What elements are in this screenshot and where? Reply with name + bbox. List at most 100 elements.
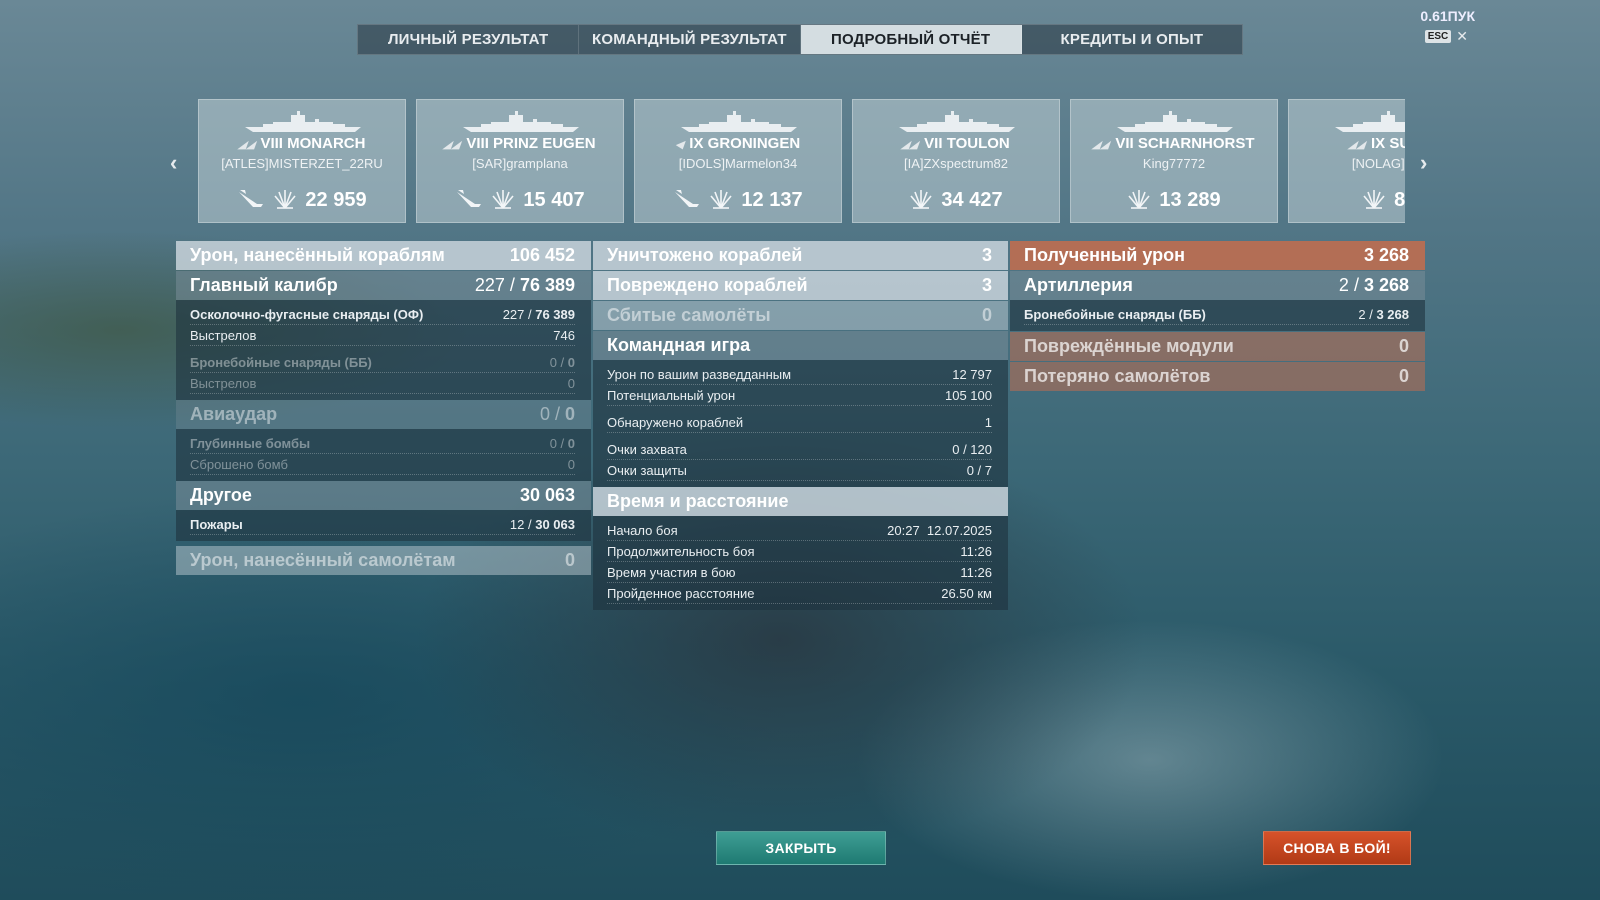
ship-tier: VII xyxy=(1115,135,1134,152)
he-shots-row: Выстрелов 746 xyxy=(190,325,575,346)
damage-ships-value: 106 452 xyxy=(509,245,575,265)
torpedo-icon xyxy=(455,186,483,215)
ship-name: ◢◢ VIII MONARCH xyxy=(199,135,405,152)
card-stats: 22 959 xyxy=(199,186,405,215)
nation-flag-icon: ◢◢ xyxy=(1091,139,1113,151)
ship-tier: VIII xyxy=(466,135,489,152)
tab-credits-xp[interactable]: КРЕДИТЫ И ОПЫТ xyxy=(1022,25,1242,54)
main-battery-header: Главный калибр 227 / 76 389 xyxy=(176,271,591,300)
card-damage-value: 8 2 xyxy=(1394,189,1405,211)
ship-silhouette-icon xyxy=(461,111,581,133)
ap-row: Бронебойные снаряды (ББ) 0 / 0 xyxy=(190,352,575,373)
carousel-prev-arrow-icon[interactable]: ‹ xyxy=(170,150,177,176)
ship-card[interactable]: ◢◢ VII SCHARNHORST King77772 13 289 xyxy=(1070,99,1278,223)
he-row: Осколочно-фугасные снаряды (ОФ) 227 / 76… xyxy=(190,304,575,325)
artillery-header: Артиллерия 2 / 3 268 xyxy=(1010,271,1425,300)
received-damage-header: Полученный урон 3 268 xyxy=(1010,241,1425,270)
main-battery-group: Осколочно-фугасные снаряды (ОФ) 227 / 76… xyxy=(176,300,591,400)
time-distance-header: Время и расстояние xyxy=(593,487,1008,516)
combat-summary-panel: Уничтожено кораблей 3 Повреждено кораблей… xyxy=(593,241,1008,610)
card-stats: 34 427 xyxy=(853,186,1059,215)
card-damage-value: 12 137 xyxy=(741,189,803,211)
distance-row: Пройденное расстояние 26.50 км xyxy=(607,583,992,604)
ship-tier: VII xyxy=(924,135,943,152)
nation-flag-icon: ◢◢ xyxy=(236,139,258,151)
ship-silhouette-icon xyxy=(1333,111,1405,133)
depth-charges-row: Глубинные бомбы 0 / 0 xyxy=(190,433,575,454)
torpedo-icon xyxy=(673,186,701,215)
ship-card[interactable]: ◢◢IX SUN Y [NOLAG]Dant 8 2 xyxy=(1288,99,1405,223)
ships-detected-row: Обнаружено кораблей 1 xyxy=(607,412,992,433)
potential-damage-row: Потенциальный урон 105 100 xyxy=(607,385,992,406)
torpedo-icon xyxy=(237,186,265,215)
esc-close[interactable]: ESC ✕ xyxy=(1424,28,1468,45)
bombs-dropped-row: Сброшено бомб 0 xyxy=(190,454,575,475)
battle-duration-row: Продолжительность боя 11:26 xyxy=(607,541,992,562)
damage-burst-icon xyxy=(273,186,297,215)
battle-start-row: Начало боя 20:27 12.07.2025 xyxy=(607,520,992,541)
damage-burst-icon xyxy=(909,186,933,215)
ship-tier: VIII xyxy=(260,135,283,152)
ship-silhouette-icon xyxy=(243,111,363,133)
carousel-next-arrow-icon[interactable]: › xyxy=(1420,150,1427,176)
card-stats: 15 407 xyxy=(417,186,623,215)
ship-name: ◀ IX GRONINGEN xyxy=(635,135,841,152)
airstrike-header: Авиаудар 0 / 0 xyxy=(176,400,591,429)
damage-received-panel: Полученный урон 3 268 Артиллерия 2 / 3 26… xyxy=(1010,241,1425,391)
ship-name: ◢◢IX SUN Y xyxy=(1289,135,1405,152)
card-damage-value: 13 289 xyxy=(1159,189,1221,211)
airstrike-group: Глубинные бомбы 0 / 0 Сброшено бомб 0 xyxy=(176,429,591,481)
player-name: [ATLES]MISTERZET_22RU xyxy=(221,156,383,171)
ship-tier: IX xyxy=(1370,135,1386,152)
ship-name: ◢◢ VII SCHARNHORST xyxy=(1071,135,1277,152)
ship-card[interactable]: ◢◢ VIII PRINZ EUGEN [SAR]gramplana 15 407 xyxy=(416,99,624,223)
nation-flag-icon: ◀ xyxy=(673,139,687,151)
ship-title: SUN Y xyxy=(1389,135,1405,152)
damage-dealt-panel: Урон, нанесённый кораблям 106 452 Главны… xyxy=(176,241,591,575)
ship-title: GRONINGEN xyxy=(707,135,801,152)
ship-title: SCHARNHORST xyxy=(1137,135,1255,152)
main-battery-value: 227 / 76 389 xyxy=(474,275,575,295)
other-group: Пожары 12 / 30 063 xyxy=(176,510,591,541)
nation-flag-icon: ◢◢ xyxy=(899,139,922,151)
ship-card[interactable]: ◀ IX GRONINGEN [IDOLS]Marmelon34 12 137 xyxy=(634,99,842,223)
tab-personal-result[interactable]: ЛИЧНЫЙ РЕЗУЛЬТАТ xyxy=(358,25,580,54)
battle-again-button[interactable]: СНОВА В БОЙ! xyxy=(1263,831,1411,865)
result-tabs: ЛИЧНЫЙ РЕЗУЛЬТАТ КОМАНДНЫЙ РЕЗУЛЬТАТ ПОД… xyxy=(357,24,1243,55)
defense-points-row: Очки защиты 0 / 7 xyxy=(607,460,992,481)
damage-burst-icon xyxy=(1127,186,1151,215)
planes-lost-header: Потеряно самолётов 0 xyxy=(1010,362,1425,391)
nation-flag-icon: ◢◢ xyxy=(442,139,464,151)
nation-flag-icon: ◢◢ xyxy=(1346,139,1368,151)
other-header: Другое 30 063 xyxy=(176,481,591,510)
player-name: [IA]ZXspectrum82 xyxy=(903,156,1009,171)
tab-detailed-report[interactable]: ПОДРОБНЫЙ ОТЧЁТ xyxy=(800,25,1022,54)
teamplay-header: Командная игра xyxy=(593,331,1008,360)
time-distance-group: Начало боя 20:27 12.07.2025 Продолжительн… xyxy=(593,516,1008,610)
damage-planes-header: Урон, нанесённый самолётам 0 xyxy=(176,546,591,575)
artillery-group: Бронебойные снаряды (ББ) 2 / 3 268 xyxy=(1010,300,1425,331)
card-stats: 13 289 xyxy=(1071,186,1277,215)
teamplay-group: Урон по вашим разведданным 12 797 Потенци… xyxy=(593,360,1008,487)
planes-shot-header: Сбитые самолёты 0 xyxy=(593,301,1008,330)
ship-card[interactable]: ◢◢ VII TOULON [IA]ZXspectrum82 34 427 xyxy=(852,99,1060,223)
damage-ships-label: Урон, нанесённый кораблям xyxy=(190,245,445,265)
ping-indicator: 0.61ПУК xyxy=(1420,8,1475,24)
player-name: [SAR]gramplana xyxy=(472,156,568,171)
close-button[interactable]: ЗАКРЫТЬ xyxy=(716,831,886,865)
card-stats: 8 2 xyxy=(1289,186,1405,215)
received-ap-row: Бронебойные снаряды (ББ) 2 / 3 268 xyxy=(1024,304,1409,325)
ship-carousel: ◢◢ VIII MONARCH [ATLES]MISTERZET_22RU 22 95… xyxy=(198,99,1405,224)
destroyed-header: Уничтожено кораблей 3 xyxy=(593,241,1008,270)
ship-title: TOULON xyxy=(946,135,1010,152)
ship-name: ◢◢ VII TOULON xyxy=(853,135,1059,152)
close-icon[interactable]: ✕ xyxy=(1456,28,1468,45)
damaged-modules-header: Повреждённые модули 0 xyxy=(1010,332,1425,361)
ap-shots-row: Выстрелов 0 xyxy=(190,373,575,394)
card-damage-value: 15 407 xyxy=(523,189,585,211)
ship-card[interactable]: ◢◢ VIII MONARCH [ATLES]MISTERZET_22RU 22 95… xyxy=(198,99,406,223)
tab-team-result[interactable]: КОМАНДНЫЙ РЕЗУЛЬТАТ xyxy=(579,25,801,54)
ship-title: PRINZ EUGEN xyxy=(493,135,596,152)
spotting-damage-row: Урон по вашим разведданным 12 797 xyxy=(607,364,992,385)
ship-silhouette-icon xyxy=(897,111,1017,133)
